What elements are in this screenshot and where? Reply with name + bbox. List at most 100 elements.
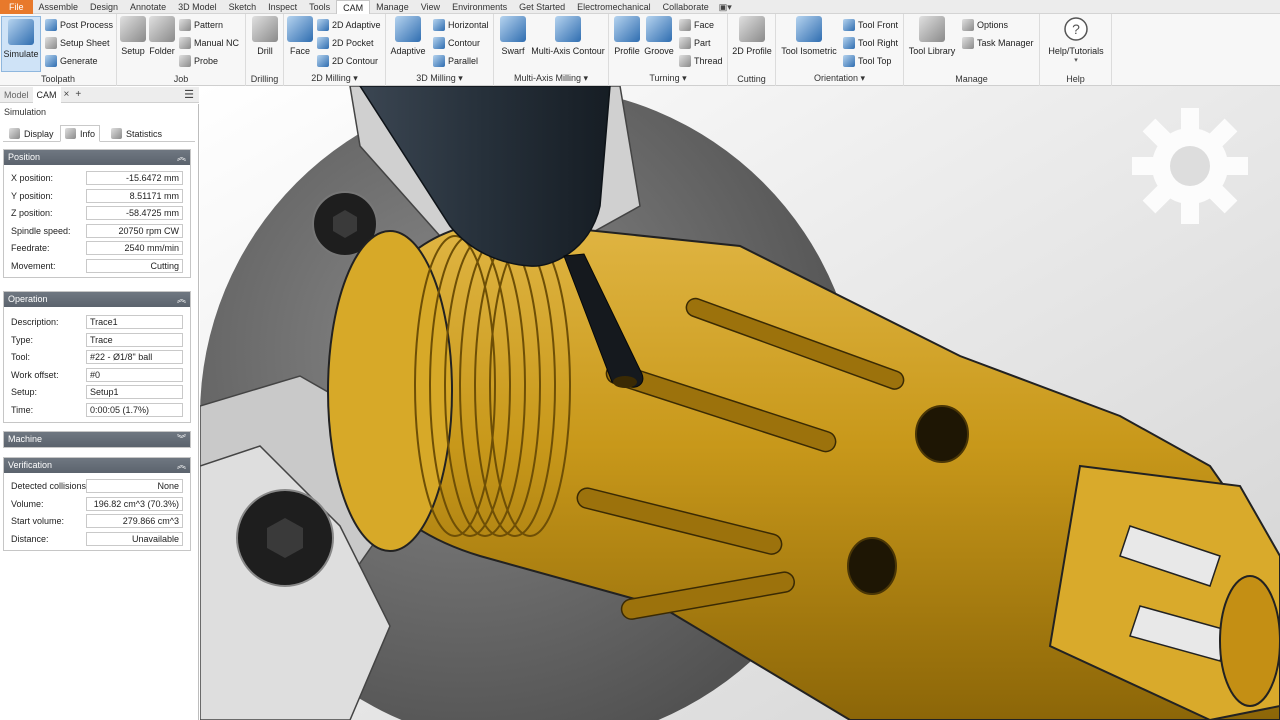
parallel-icon (433, 55, 445, 67)
description-value: Trace1 (86, 315, 183, 329)
tool-right-button[interactable]: Tool Right (843, 35, 898, 51)
turning-face-button[interactable]: Face (679, 17, 714, 33)
manual-nc-button[interactable]: Manual NC (179, 35, 239, 51)
panel-manage: Tool Library Options Task Manager Manage (904, 14, 1040, 86)
tab-cam[interactable]: CAM (336, 0, 371, 14)
2d-adaptive-button[interactable]: 2D Adaptive (317, 17, 381, 33)
post-process-button[interactable]: Post Process (45, 17, 113, 33)
graphics-viewport[interactable] (200, 86, 1280, 720)
turning-face-icon (679, 19, 691, 31)
setup-button[interactable]: Setup (120, 16, 146, 56)
horizontal-button[interactable]: Horizontal (433, 17, 489, 33)
tab-annotate[interactable]: Annotate (124, 0, 172, 14)
x-position-label: X position: (11, 173, 54, 183)
operation-header[interactable]: Operation ︽ (4, 292, 190, 307)
distance-value: Unavailable (86, 531, 183, 546)
pattern-button[interactable]: Pattern (179, 17, 223, 33)
nose-end-face (1219, 575, 1280, 707)
help-tutorials-button[interactable]: ? Help/Tutorials ▾ (1046, 16, 1106, 64)
2d-profile-icon (739, 16, 765, 42)
tool-front-button[interactable]: Tool Front (843, 17, 898, 33)
tab-statistics-label: Statistics (126, 128, 163, 139)
tool-label: Tool: (11, 352, 31, 362)
profile-button[interactable]: Profile (613, 16, 641, 56)
tool-front-icon (843, 19, 855, 31)
groove-button[interactable]: Groove (644, 16, 674, 56)
tool-library-button[interactable]: Tool Library (907, 16, 957, 56)
setup-sheet-button[interactable]: Setup Sheet (45, 35, 110, 51)
2d-pocket-button[interactable]: 2D Pocket (317, 35, 374, 51)
tool-right-icon (843, 37, 855, 49)
tab-sketch[interactable]: Sketch (223, 0, 263, 14)
tab-assemble[interactable]: Assemble (33, 0, 85, 14)
operation-row-time: Time: 0:00:05 (1.7%) (4, 401, 190, 419)
tab-display[interactable]: Display (5, 125, 58, 142)
collapse-icon: ︽ (176, 460, 186, 470)
panel-title-3d-milling[interactable]: 3D Milling ▾ (386, 73, 493, 84)
ribbon-options-icon[interactable]: ▣▾ (715, 0, 736, 14)
time-value: 0:00:05 (1.7%) (86, 402, 183, 417)
probe-button[interactable]: Probe (179, 53, 218, 69)
panel-title-turning[interactable]: Turning ▾ (609, 73, 727, 84)
post-process-label: Post Process (60, 20, 114, 30)
type-label: Type: (11, 334, 34, 345)
verification-row-start-volume: Start volume: 279.866 cm^3 (4, 512, 190, 530)
tab-model[interactable]: Model (0, 87, 33, 103)
add-tab-icon[interactable]: + (72, 87, 84, 103)
2d-profile-button[interactable]: 2D Profile (731, 16, 773, 56)
help-icon: ? (1064, 17, 1088, 41)
operation-row-type: Type: Trace (4, 331, 190, 349)
face-button[interactable]: Face (287, 16, 313, 56)
panel-title-multi-axis[interactable]: Multi-Axis Milling ▾ (494, 73, 608, 84)
tab-design[interactable]: Design (84, 0, 124, 14)
position-header[interactable]: Position ︽ (4, 150, 190, 165)
tab-tools[interactable]: Tools (303, 0, 336, 14)
parallel-button[interactable]: Parallel (433, 53, 478, 69)
swarf-button[interactable]: Swarf (500, 16, 526, 56)
tab-collaborate[interactable]: Collaborate (657, 0, 715, 14)
tab-cam-browser[interactable]: CAM (32, 86, 61, 103)
tab-inspect[interactable]: Inspect (262, 0, 303, 14)
tool-top-button[interactable]: Tool Top (843, 53, 891, 69)
tab-view[interactable]: View (415, 0, 446, 14)
tab-environments[interactable]: Environments (446, 0, 513, 14)
2d-contour-button[interactable]: 2D Contour (317, 53, 378, 69)
tab-electromechanical[interactable]: Electromechanical (571, 0, 657, 14)
post-process-icon (45, 19, 57, 31)
generate-button[interactable]: Generate (45, 53, 98, 69)
volume-value: 196.82 cm^3 (70.3%) (86, 496, 183, 511)
tab-info[interactable]: Info (60, 125, 101, 142)
machine-header[interactable]: Machine ︾ (4, 432, 190, 447)
drill-button[interactable]: Drill (252, 16, 278, 56)
position-section: Position ︽ X position: -15.6472 mm Y posit… (3, 149, 191, 278)
panel-multi-axis: Swarf Multi-Axis Contour Multi-Axis Mill… (494, 14, 609, 86)
verification-header[interactable]: Verification ︽ (4, 458, 190, 473)
panel-title-orientation[interactable]: Orientation ▾ (776, 73, 903, 84)
turning-face-label: Face (694, 20, 715, 30)
menu-icon[interactable]: ☰ (184, 88, 199, 101)
simulate-button[interactable]: Simulate (1, 16, 41, 72)
options-button[interactable]: Options (962, 17, 1008, 33)
tab-manage[interactable]: Manage (370, 0, 415, 14)
feedrate-value: 2540 mm/min (86, 241, 183, 255)
task-manager-button[interactable]: Task Manager (962, 35, 1034, 51)
tab-3d-model[interactable]: 3D Model (172, 0, 223, 14)
multi-axis-contour-label: Multi-Axis Contour (531, 46, 605, 56)
panel-title: Simulation (4, 107, 47, 117)
contour-button[interactable]: Contour (433, 35, 480, 51)
tab-file[interactable]: File (0, 0, 33, 14)
panel-title-turning-text: Turning (649, 73, 680, 83)
close-icon[interactable]: × (61, 87, 73, 103)
adaptive-button[interactable]: Adaptive (390, 16, 426, 56)
folder-button[interactable]: Folder (148, 16, 176, 56)
tool-isometric-button[interactable]: Tool Isometric (779, 16, 839, 56)
manual-nc-label: Manual NC (194, 38, 240, 48)
task-manager-label: Task Manager (977, 38, 1034, 48)
thread-button[interactable]: Thread (679, 53, 723, 69)
multi-axis-contour-button[interactable]: Multi-Axis Contour (529, 16, 607, 56)
z-position-label: Z position: (11, 208, 53, 218)
panel-title-2d-milling[interactable]: 2D Milling ▾ (284, 73, 385, 84)
part-button[interactable]: Part (679, 35, 711, 51)
tab-statistics[interactable]: Statistics (107, 125, 166, 142)
tab-get-started[interactable]: Get Started (513, 0, 571, 14)
